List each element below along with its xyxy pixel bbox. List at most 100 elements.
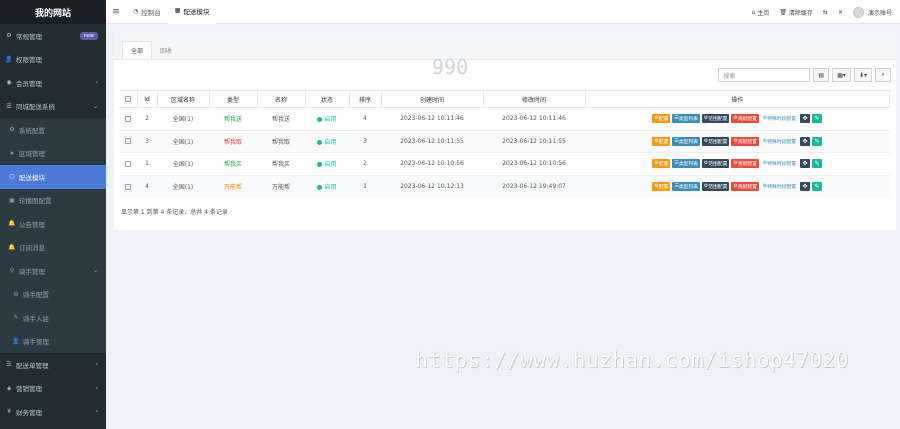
- contribution-config-button[interactable]: ⚙ 贡献配置: [731, 182, 759, 191]
- config-button[interactable]: ⚙ 配置: [652, 114, 671, 124]
- col-modified[interactable]: 修改时间: [483, 90, 586, 108]
- toggle-view-button[interactable]: ▤: [813, 68, 830, 82]
- col-area[interactable]: 区域名称: [157, 90, 210, 108]
- cell-type: 帮我买: [209, 152, 257, 175]
- clear-cache-button[interactable]: 🗑 清除缓存: [779, 8, 813, 17]
- edit-icon[interactable]: ✎: [812, 159, 823, 169]
- cell-status[interactable]: 启用: [305, 129, 349, 153]
- contribution-config-button[interactable]: ⚙ 贡献配置: [731, 159, 759, 169]
- row-checkbox[interactable]: [119, 174, 137, 198]
- special-period-config-button[interactable]: ⚙ 特殊时段配置: [761, 182, 798, 191]
- col-status[interactable]: 状态: [305, 90, 350, 108]
- range-config-button[interactable]: ⚙ 范围配置: [701, 114, 730, 124]
- edit-icon[interactable]: ✎: [812, 114, 823, 124]
- type-list-button[interactable]: ☰ 类型列表: [672, 159, 700, 169]
- sidebar-item-sidebar-items-0[interactable]: ⚙ 常规管理 new: [0, 24, 106, 48]
- special-period-config-button[interactable]: ⚙ 特殊时段配置: [761, 114, 798, 123]
- grid-icon: ▦: [174, 7, 181, 14]
- config-button[interactable]: ⚙ 配置: [652, 159, 671, 169]
- sidebar-item-sidebar-items-1[interactable]: 👤 权限管理: [0, 48, 106, 72]
- range-config-button[interactable]: ⚙ 范围配置: [701, 182, 730, 191]
- home-link[interactable]: ⌂ 主页: [752, 8, 770, 17]
- status-dot-icon: [317, 117, 323, 123]
- export-button[interactable]: ⬇▾: [853, 68, 872, 82]
- search-icon: ⌕: [881, 71, 885, 78]
- table-row[interactable]: 1 全国(1) 帮我买 帮我买 启用 2 2023-06-12 10:10:56 2023-0…: [119, 152, 890, 175]
- sidebar-item-sidebar-subitems-1[interactable]: ➤ 区域管理: [0, 141, 106, 165]
- type-list-button[interactable]: ☰ 类型列表: [672, 136, 700, 146]
- cell-id: 2: [137, 107, 157, 130]
- contribution-config-button[interactable]: ⚙ 贡献配置: [731, 114, 759, 124]
- sidebar-item-label: 骑手配置: [23, 291, 49, 300]
- col-id[interactable]: Id: [137, 90, 158, 108]
- sidebar-item-sidebar-subitems2-0[interactable]: ⚙ 骑手配置: [0, 282, 106, 306]
- sidebar-item-sidebar-subitems-0[interactable]: ⚙ 系统配置: [0, 118, 106, 142]
- sidebar-item-sidebar-bottom-0[interactable]: ☰ 配送单管理 ‹: [0, 353, 106, 377]
- sidebar-item-label: 轮播图配置: [19, 197, 52, 206]
- sidebar-item-sidebar-subitems-5[interactable]: 🔔 订阅消息: [0, 235, 106, 259]
- drag-move-icon[interactable]: ✥: [800, 136, 811, 146]
- cell-status[interactable]: 启用: [305, 152, 349, 175]
- config-button[interactable]: ⚙ 配置: [652, 136, 671, 146]
- sidebar-item-label: 会员管理: [16, 79, 42, 88]
- tab-all[interactable]: 全部: [122, 41, 153, 59]
- top-bar: ≡ ◔ 控制台 ▦ 配送模块 ⌂ 主页 🗑 清除缓存 ⇆ ✕ 演示账号: [106, 0, 900, 24]
- sidebar-item-label: 骑手管理: [19, 267, 45, 276]
- translate-icon[interactable]: ⇆: [823, 9, 828, 16]
- range-config-button[interactable]: ⚙ 范围配置: [701, 159, 730, 169]
- col-created[interactable]: 创建时间: [381, 90, 484, 108]
- sidebar-item-label: 配送模块: [19, 173, 45, 182]
- edit-icon[interactable]: ✎: [812, 136, 823, 146]
- cogs-icon: ⚙: [9, 126, 15, 134]
- sidebar-item-sidebar-items-3[interactable]: ☰ 同城配送系统 ⌄: [0, 95, 106, 119]
- type-list-button[interactable]: ☰ 类型列表: [672, 182, 700, 191]
- user-menu[interactable]: 演示账号: [852, 6, 892, 18]
- table-row[interactable]: 3 全国(1) 帮我取 帮我取 启用 3 2023-06-12 10:11:55 2023-0…: [119, 129, 890, 153]
- sidebar-item-sidebar-subitems-6[interactable]: ⚲ 骑手管理 ⌄: [0, 259, 106, 283]
- drag-move-icon[interactable]: ✥: [800, 182, 811, 191]
- fullscreen-icon[interactable]: ✕: [838, 9, 843, 16]
- select-all-checkbox[interactable]: [119, 90, 138, 108]
- sidebar-item-sidebar-bottom-2[interactable]: ¥ 财务管理 ‹: [0, 400, 106, 424]
- special-period-config-button[interactable]: ⚙ 特殊时段配置: [761, 137, 798, 146]
- sidebar-item-sidebar-subitems-4[interactable]: 🔔 公告管理: [0, 212, 106, 236]
- row-checkbox[interactable]: [119, 129, 137, 153]
- sidebar-menu: ⚙ 常规管理 new 👤 权限管理 ◉ 会员管理 ‹ ☰ 同城配送系统 ⌄ ⚙ 系统配置 ➤ 区域管理 ○ 配送…: [0, 24, 106, 424]
- col-type[interactable]: 类型: [209, 90, 258, 108]
- drag-move-icon[interactable]: ✥: [800, 114, 811, 124]
- cell-status[interactable]: 启用: [305, 107, 349, 130]
- search-button[interactable]: ⌕: [875, 68, 891, 82]
- special-period-config-button[interactable]: ⚙ 特殊时段配置: [761, 159, 798, 168]
- cell-type: 帮我送: [209, 107, 257, 130]
- contribution-config-button[interactable]: ⚙ 贡献配置: [731, 136, 759, 146]
- search-input[interactable]: 搜索: [718, 68, 811, 82]
- columns-button[interactable]: ▦▾: [832, 68, 851, 82]
- sidebar-item-sidebar-items-2[interactable]: ◉ 会员管理 ‹: [0, 71, 106, 95]
- cell-id: 1: [137, 152, 157, 175]
- sidebar-item-sidebar-subitems2-1[interactable]: ✎ 骑手入驻: [0, 306, 106, 330]
- type-list-button[interactable]: ☰ 类型列表: [672, 114, 700, 124]
- sidebar-item-sidebar-subitems-3[interactable]: ▣ 轮播图配置: [0, 188, 106, 212]
- col-sort[interactable]: 排序: [349, 90, 382, 108]
- bell-icon: 🔔: [8, 243, 16, 251]
- cell-status[interactable]: 启用: [305, 174, 349, 198]
- site-logo[interactable]: 我的网站: [0, 0, 106, 24]
- sidebar-item-sidebar-subitems-2[interactable]: ○ 配送模块: [0, 165, 106, 189]
- tab-dashboard[interactable]: ◔ 控制台: [126, 0, 168, 24]
- cell-name: 帮我买: [257, 152, 305, 175]
- range-config-button[interactable]: ⚙ 范围配置: [701, 136, 730, 146]
- sidebar-item-sidebar-subitems2-2[interactable]: 👤 骑手管理: [0, 329, 106, 353]
- row-checkbox[interactable]: [119, 152, 137, 175]
- table-row[interactable]: 2 全国(1) 帮我送 帮我送 启用 4 2023-06-12 10:11:46 2023-0…: [119, 107, 890, 130]
- drag-move-icon[interactable]: ✥: [800, 159, 811, 169]
- sidebar-item-sidebar-bottom-1[interactable]: ◈ 营销管理 ‹: [0, 377, 106, 401]
- tab-recycle[interactable]: 回收: [152, 41, 180, 59]
- config-button[interactable]: ⚙ 配置: [652, 182, 671, 191]
- row-checkbox[interactable]: [119, 107, 137, 130]
- edit-icon[interactable]: ✎: [812, 182, 823, 191]
- col-name[interactable]: 名称: [257, 90, 306, 108]
- table-row[interactable]: 4 全国(1) 万能帮 万能帮 启用 1 2023-06-12 10:12:13 2023-0…: [119, 174, 890, 198]
- hamburger-menu-icon[interactable]: ≡: [106, 7, 126, 17]
- cell-created: 2023-06-12 10:11:55: [381, 129, 483, 153]
- tab-delivery-module[interactable]: ▦ 配送模块: [167, 0, 217, 24]
